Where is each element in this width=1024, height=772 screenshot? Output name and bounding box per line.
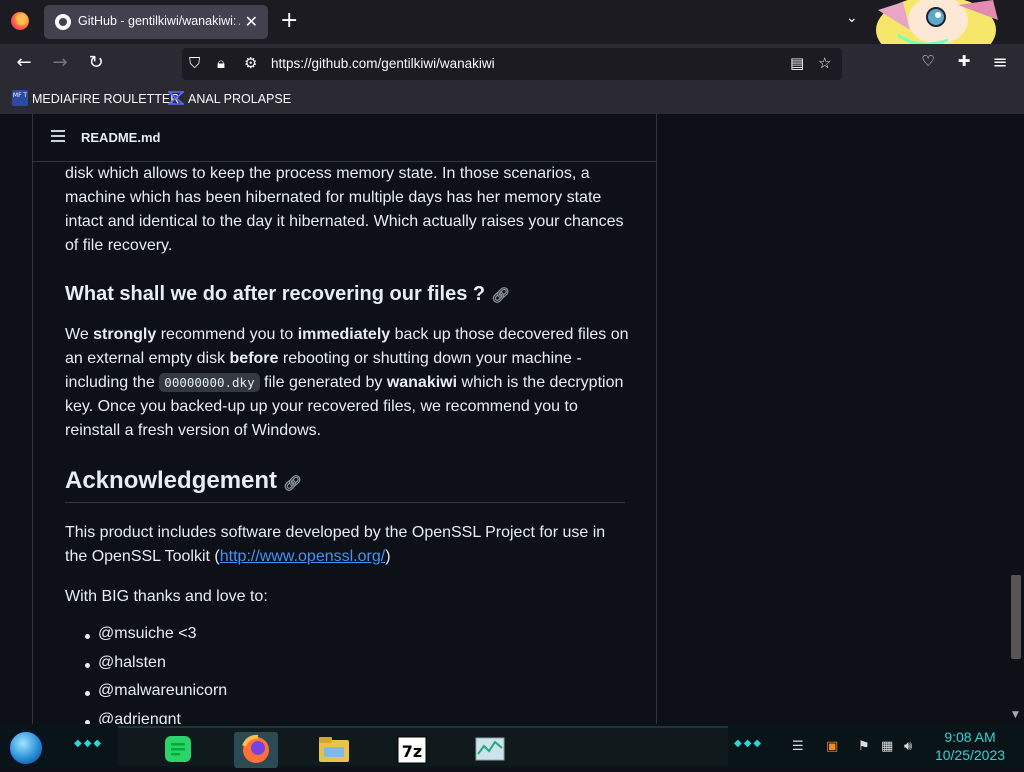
action-center-flag-icon[interactable]: ⚑ [858,739,870,754]
java-update-icon[interactable]: ▣ [826,739,838,754]
firefox-menu-icon[interactable] [11,12,29,30]
text: ) [385,548,391,565]
taskbar-app-task-manager[interactable] [468,732,512,768]
bold-text: strongly [93,326,157,343]
menu-hamburger-icon[interactable]: ≡ [988,52,1012,73]
heading-text: Acknowledgement [65,467,278,494]
paragraph-backup-advice: We strongly recommend you to immediately… [65,323,630,443]
svg-text:MF T: MF T [13,92,28,99]
start-orb-button[interactable] [8,730,44,766]
taskbar-app-7zip[interactable]: 7z [390,732,434,768]
bold-text: wanakiwi [386,374,458,391]
inline-code: 00000000.dky [159,373,260,392]
link-anchor-icon[interactable]: 🔗︎ [491,287,510,304]
task-manager-icon [475,737,505,761]
paragraph-openssl: This product includes software developed… [65,521,630,569]
taskbar-app-dock: 7z [118,726,728,768]
permissions-icon[interactable]: ⚙ [244,54,257,72]
list-item: @malwareunicorn [65,682,227,711]
clock-time: 9:08 AM [944,729,996,745]
readme-header: README.md [33,114,656,162]
heading-acknowledgement: Acknowledgement 🔗︎ [65,467,302,495]
taskbar-decoration: ◆◆◆ [74,738,104,749]
svg-text:7z: 7z [402,742,422,761]
network-icon[interactable]: ▦ [881,739,893,754]
mediafire-icon: MF T [12,90,28,106]
bookmark-star-icon[interactable]: ☆ [818,54,831,72]
taskbar-app-firefox[interactable] [234,732,278,768]
folder-icon [319,737,349,762]
bookmark-label: ANAL PROLAPSE [188,92,292,106]
paragraph-thanks: With BIG thanks and love to: [65,588,268,605]
scroll-down-arrow-icon[interactable]: ▼ [1012,710,1019,720]
firefox-icon [242,734,269,763]
readme-file-name: README.md [81,130,161,145]
7zip-icon: 7z [397,736,427,764]
text: file generated by [259,374,387,391]
bookmark-mediafire-rouletter[interactable]: MF T MEDIAFIRE ROULETTER [12,90,179,106]
github-icon [55,14,71,30]
bookmarks-toolbar: MF T MEDIAFIRE ROULETTER ANAL PROLAPSE [0,84,1024,114]
close-tab-icon[interactable]: ✕ [245,12,258,31]
new-tab-button[interactable]: + [280,8,298,33]
back-arrow-icon[interactable]: ← [12,52,36,73]
paragraph-hibernation: disk which allows to keep the process me… [65,165,624,254]
shield-icon[interactable]: ⛉ [189,54,200,72]
list-item: @adriengnt [65,711,227,724]
page-scrollbar[interactable] [1010,114,1024,724]
openssl-link[interactable]: http://www.openssl.org/ [220,548,385,565]
reader-view-icon[interactable]: ▤ [790,54,804,72]
extensions-icon[interactable]: ✚ [952,52,976,70]
list-item: @halsten [65,654,227,683]
thanks-list: @msuiche <3 @halsten @malwareunicorn @ad… [65,625,227,724]
bold-text: before [229,350,279,367]
heading-text: What shall we do after recovering our fi… [65,283,486,305]
heading-divider [65,502,625,503]
url-text[interactable]: https://github.com/gentilkiwi/wanakiwi [271,56,495,71]
list-item: @msuiche <3 [65,625,227,654]
lock-icon[interactable]: 🔒︎ [217,54,225,72]
volume-icon[interactable]: 🔊︎ [904,739,912,754]
text: We [65,326,94,343]
link-anchor-icon[interactable]: 🔗︎ [283,475,302,492]
list-tabs-chevron-icon[interactable]: ⌄ [846,10,858,26]
taskbar-decoration: ◆◆◆ [734,738,764,749]
bookmark-anal-prolapse[interactable]: ANAL PROLAPSE [168,90,291,106]
browser-tab[interactable]: GitHub - gentilkiwi/wanakiwi: A ✕ [44,5,268,39]
heading-after-recovering: What shall we do after recovering our fi… [65,283,510,306]
page-content: README.md disk which allows to keep the … [0,114,1024,724]
notes-app-icon [165,736,191,762]
text: recommend you to [156,326,298,343]
taskbar-app-notes[interactable] [156,732,200,768]
bookmark-label: MEDIAFIRE ROULETTER [32,92,180,106]
bold-text: immediately [297,326,391,343]
outline-list-icon[interactable] [51,130,65,145]
navigation-toolbar: ← → ↻ ⛉ 🔒︎ ⚙ https://github.com/gentilki… [0,44,1024,84]
bookmark-site-icon [168,91,184,105]
tab-strip: GitHub - gentilkiwi/wanakiwi: A ✕ + ⌄ [0,0,1024,62]
pocket-icon[interactable]: ♡ [916,52,940,70]
forward-arrow-icon[interactable]: → [48,52,72,73]
address-bar[interactable]: ⛉ 🔒︎ ⚙ https://github.com/gentilkiwi/wan… [182,48,842,80]
tab-title: GitHub - gentilkiwi/wanakiwi: A [78,14,240,28]
show-hidden-icons-icon[interactable]: ☰ [792,739,804,754]
reload-icon[interactable]: ↻ [84,52,108,73]
scrollbar-thumb[interactable] [1011,575,1021,659]
clock[interactable]: 9:08 AM 10/25/2023 [928,728,1012,764]
taskbar-app-file-explorer[interactable] [312,732,356,768]
taskbar: ◆◆◆ 7z ◆◆◆ ☰ ▣ ⚑ ▦ 🔊︎ 9:08 AM 10/25/2023 [0,724,1024,768]
clock-date: 10/25/2023 [934,747,1006,763]
